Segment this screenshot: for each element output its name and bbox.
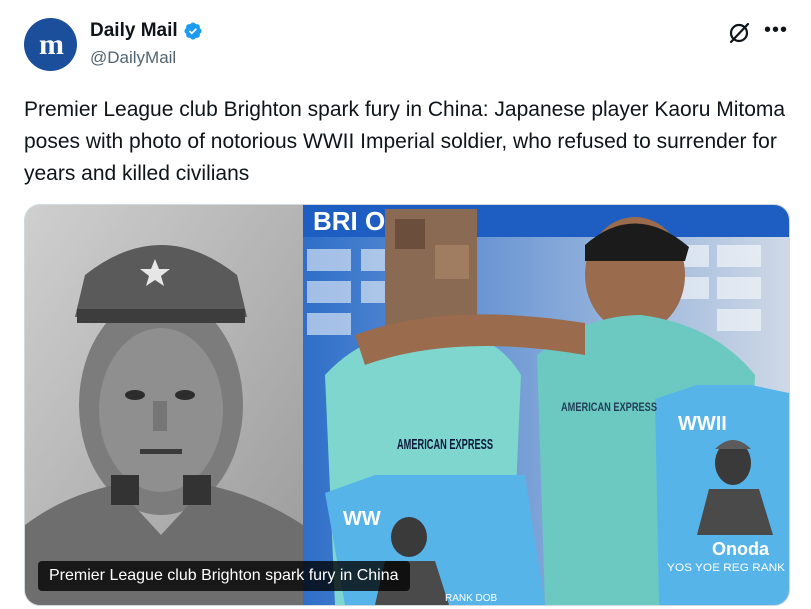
kit-sponsor-text: AMERICAN EXPRESS — [397, 436, 493, 453]
avatar-letter: m — [39, 27, 64, 61]
board-sponsor-text: AMERICAN EXPRESS — [561, 400, 657, 414]
card-right-stats: YOS YOE REG RANK — [667, 562, 786, 574]
tweet: m Daily Mail @DailyMail ••• Premier Leag… — [0, 0, 811, 609]
grok-icon[interactable] — [727, 21, 751, 45]
player-card-right: WWII Onoda YOS YOE REG RANK — [655, 385, 789, 605]
card-left-stats: RANK DOB — [445, 593, 498, 604]
card-right-name: Onoda — [712, 539, 770, 559]
more-options-icon[interactable]: ••• — [764, 18, 788, 42]
card-left-title: WW — [343, 508, 381, 530]
author-name-row: Daily Mail — [90, 20, 203, 42]
media-image: BRI ON H AMERICAN EXPRESS WW RANK DOB WW… — [25, 205, 789, 605]
press-photo: BRI ON H AMERICAN EXPRESS WW RANK DOB WW… — [303, 205, 789, 605]
archive-portrait-photo — [25, 205, 303, 605]
tweet-media[interactable]: BRI ON H AMERICAN EXPRESS WW RANK DOB WW… — [24, 204, 790, 606]
media-caption: Premier League club Brighton spark fury … — [38, 561, 410, 591]
card-right-title: WWII — [678, 413, 727, 435]
verified-badge-icon — [184, 22, 202, 40]
avatar[interactable]: m — [24, 18, 77, 71]
tweet-text: Premier League club Brighton spark fury … — [24, 98, 786, 185]
author-handle[interactable]: @DailyMail — [90, 48, 176, 68]
author-display-name[interactable]: Daily Mail — [90, 20, 178, 42]
